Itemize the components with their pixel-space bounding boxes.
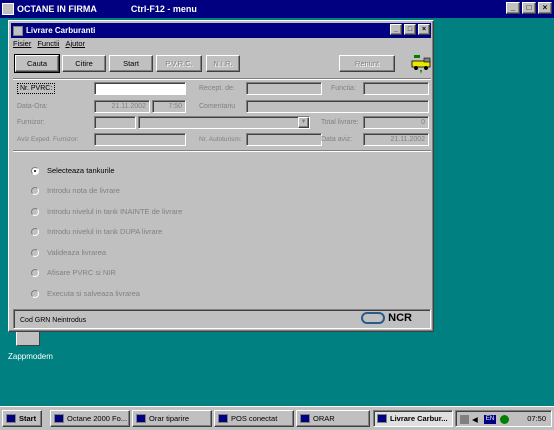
chevron-down-icon[interactable]: ▼: [298, 117, 309, 128]
nr-pvrc-label: Nr. PVRC:: [17, 83, 56, 94]
menu-functii[interactable]: Functii: [37, 39, 59, 51]
ncr-mark-icon: [361, 312, 386, 324]
radio-icon: [31, 227, 39, 236]
taskbar-item-orar[interactable]: ORAR: [296, 410, 370, 427]
furnizor-select[interactable]: [138, 116, 310, 129]
app-icon: [218, 414, 228, 423]
taskbar-item-pos[interactable]: POS conectat: [214, 410, 294, 427]
step-radio[interactable]: Selecteaza tankurile: [31, 166, 115, 175]
data-ora-label: Data-Ora:: [17, 103, 48, 110]
language-indicator[interactable]: EN: [484, 415, 496, 424]
comentariu-label: Comentariu: [199, 103, 236, 110]
start-menu-button[interactable]: Start: [2, 410, 42, 427]
app-icon: [377, 414, 387, 423]
window-title-bar: Livrare Carburanti _ □ ×: [11, 23, 431, 38]
pvrc-button[interactable]: P.V.R.C.: [156, 55, 202, 72]
taskbar-item-orar-tiparire[interactable]: Orar tiparire: [132, 410, 212, 427]
app-icon: [2, 3, 14, 15]
taskbar: Start Octane 2000 Fo... Orar tiparire PO…: [0, 406, 554, 430]
radio-icon: [31, 186, 39, 195]
time-field[interactable]: 7:50: [152, 100, 186, 113]
outer-title: OCTANE IN FIRMA: [17, 4, 97, 14]
radio-icon: [31, 289, 39, 298]
taskbar-item-octane[interactable]: Octane 2000 Fo...: [50, 410, 130, 427]
ncr-text: NCR: [388, 312, 412, 324]
radio-icon: [31, 166, 39, 175]
radio-icon: [31, 207, 39, 216]
recept-de-field[interactable]: [246, 82, 322, 95]
minimize-button[interactable]: _: [390, 24, 402, 35]
data-aviz-label: Data aviz:: [321, 136, 353, 143]
status-bar: Cod GRN Neintrodus NCR: [13, 309, 431, 329]
system-tray: ◀ EN 07:50: [455, 410, 552, 427]
total-livrare-field[interactable]: 0: [363, 116, 429, 129]
start-button[interactable]: Start: [109, 55, 153, 72]
speaker-icon[interactable]: ◀: [472, 415, 481, 424]
ncr-logo: NCR: [361, 312, 412, 324]
functia-field[interactable]: [363, 82, 429, 95]
zappmodem-icon[interactable]: [16, 330, 40, 346]
livrare-window: Livrare Carburanti _ □ × Fisier Functii …: [8, 20, 434, 332]
separator-top: [13, 78, 431, 80]
step-radio[interactable]: Introdu nivelul in tank DUPA livrare: [31, 227, 162, 236]
renunt-button[interactable]: Renunt: [339, 55, 395, 72]
furnizor-label: Furnizor:: [17, 119, 45, 126]
radio-icon: [31, 268, 39, 277]
taskbar-item-livrare[interactable]: Livrare Carbur...: [373, 410, 453, 427]
nr-pvrc-input[interactable]: [94, 82, 186, 95]
window-icon: [13, 25, 23, 36]
toolbar: Cauta Citire Start P.V.R.C. N.I.R. Renun…: [13, 53, 431, 77]
zappmodem-label[interactable]: Zappmodem: [8, 352, 53, 361]
outer-close-button[interactable]: ×: [538, 2, 552, 14]
nr-autoturism-label: Nr. Autoturism:: [199, 136, 242, 143]
app-icon: [136, 414, 146, 423]
step-radio[interactable]: Introdu nivelul in tank INAINTE de livra…: [31, 207, 182, 216]
radio-icon: [31, 248, 39, 257]
network-icon[interactable]: [460, 415, 469, 424]
cauta-button[interactable]: Cauta: [14, 54, 60, 73]
menu-ajutor[interactable]: Ajutor: [65, 39, 85, 51]
step-radio[interactable]: Executa si salveaza livrarea: [31, 289, 140, 298]
outer-maximize-button[interactable]: □: [522, 2, 536, 14]
date-field[interactable]: 21.11.2002: [94, 100, 150, 113]
fuel-truck-icon: [411, 55, 431, 74]
furnizor-code-field[interactable]: [94, 116, 136, 129]
close-button[interactable]: ×: [418, 24, 430, 35]
total-livrare-label: Total livrare:: [321, 119, 359, 126]
menu-bar: Fisier Functii Ajutor: [13, 39, 85, 51]
step-radio[interactable]: Afisare PVRC si NIR: [31, 268, 116, 277]
data-aviz-field[interactable]: 21.11.2002: [363, 133, 429, 146]
windows-logo-icon: [6, 414, 16, 423]
separator-mid: [13, 150, 431, 152]
aviz-field[interactable]: [94, 133, 186, 146]
nr-autoturism-field[interactable]: [246, 133, 322, 146]
nir-button[interactable]: N.I.R.: [206, 55, 240, 72]
outer-shortcut-hint: Ctrl-F12 - menu: [130, 4, 197, 14]
app-icon: [300, 414, 310, 423]
outer-title-bar: OCTANE IN FIRMA Ctrl-F12 - menu _ □ ×: [0, 0, 554, 18]
app-icon: [54, 414, 64, 423]
menu-fisier[interactable]: Fisier: [13, 39, 31, 51]
citire-button[interactable]: Citire: [62, 55, 106, 72]
step-radio[interactable]: Valideaza livrarea: [31, 248, 106, 257]
window-title: Livrare Carburanti: [26, 26, 96, 35]
outer-minimize-button[interactable]: _: [506, 2, 520, 14]
step-radio[interactable]: Introdu nota de livrare: [31, 186, 120, 195]
maximize-button[interactable]: □: [404, 24, 416, 35]
clock[interactable]: 07:50: [527, 414, 546, 423]
cod-grn-status: Cod GRN Neintrodus: [20, 317, 87, 324]
functia-label: Functia:: [331, 85, 356, 92]
comentariu-field[interactable]: [246, 100, 429, 113]
aviz-label: Aviz Exped. Furnizor:: [17, 136, 79, 143]
tray-app-icon[interactable]: [500, 415, 509, 424]
recept-de-label: Recept. de:: [199, 85, 235, 92]
